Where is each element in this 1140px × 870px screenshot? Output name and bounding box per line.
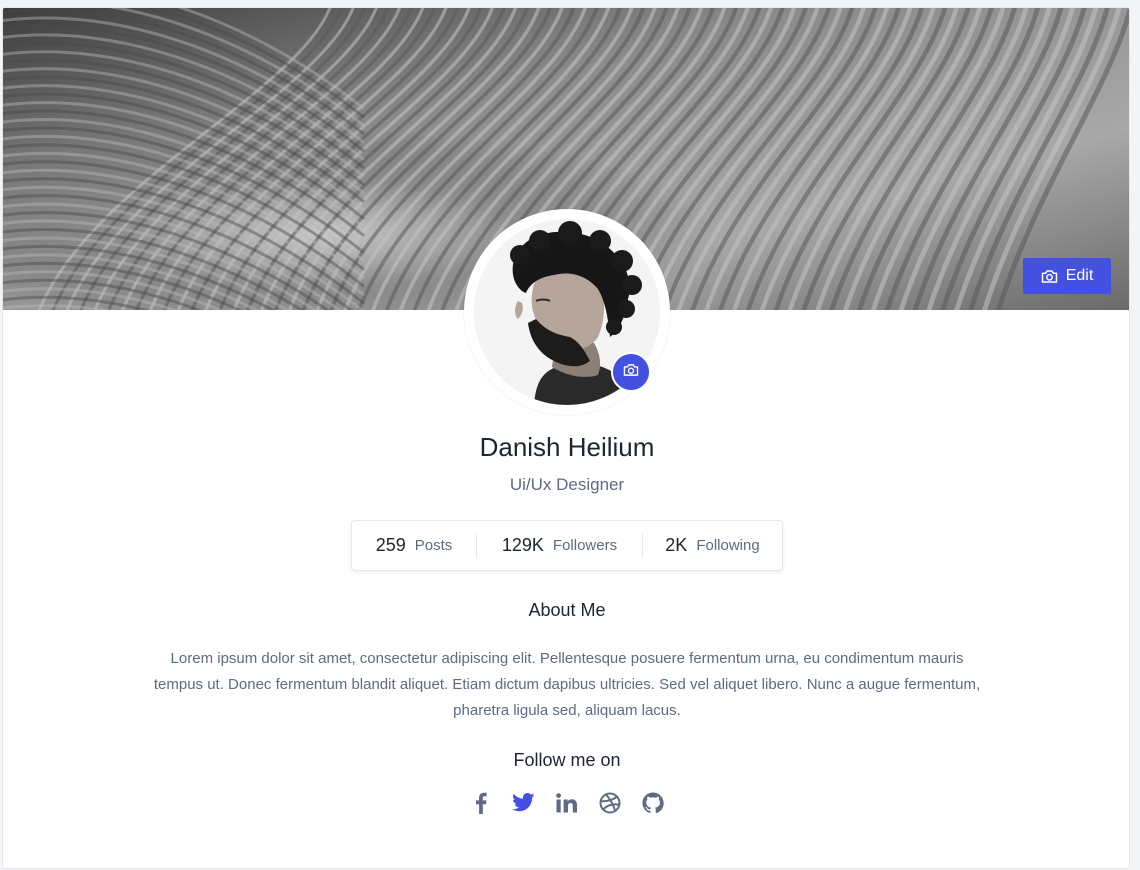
twitter-icon <box>512 793 535 812</box>
follow-heading: Follow me on <box>513 750 621 770</box>
edit-cover-button[interactable]: Edit <box>1023 258 1111 294</box>
stats-bar: 259 Posts 129K Followers 2K Following <box>351 520 783 571</box>
stat-value: 2K <box>665 535 688 555</box>
twitter-link[interactable] <box>512 791 535 814</box>
social-links <box>469 791 664 814</box>
stat-label: Posts <box>414 537 453 554</box>
stat-label: Following <box>696 537 760 554</box>
linkedin-link[interactable] <box>555 791 578 814</box>
facebook-link[interactable] <box>469 791 492 814</box>
linkedin-icon <box>555 792 578 813</box>
dribbble-icon <box>599 792 621 814</box>
stat-following[interactable]: 2K Following <box>642 533 782 558</box>
profile-name: Danish Heilium <box>479 432 655 462</box>
stat-followers[interactable]: 129K Followers <box>476 533 642 558</box>
facebook-icon <box>475 792 487 814</box>
edit-button-label: Edit <box>1065 267 1094 284</box>
avatar-frame <box>464 209 670 415</box>
change-avatar-button[interactable] <box>611 352 651 392</box>
camera-icon <box>623 363 639 382</box>
stat-value: 129K <box>501 535 544 555</box>
about-heading: About Me <box>528 600 606 620</box>
profile-card: Edit Danish Heilium Ui/Ux Designer 259 P… <box>2 7 1130 869</box>
stat-posts[interactable]: 259 Posts <box>352 521 476 570</box>
stat-value: 259 <box>375 535 406 555</box>
stat-label: Followers <box>552 537 618 554</box>
github-link[interactable] <box>641 791 664 814</box>
dribbble-link[interactable] <box>598 791 621 814</box>
about-text: Lorem ipsum dolor sit amet, consectetur … <box>153 650 981 719</box>
profile-role: Ui/Ux Designer <box>509 475 625 494</box>
camera-icon <box>1041 269 1058 284</box>
github-icon <box>641 791 664 814</box>
